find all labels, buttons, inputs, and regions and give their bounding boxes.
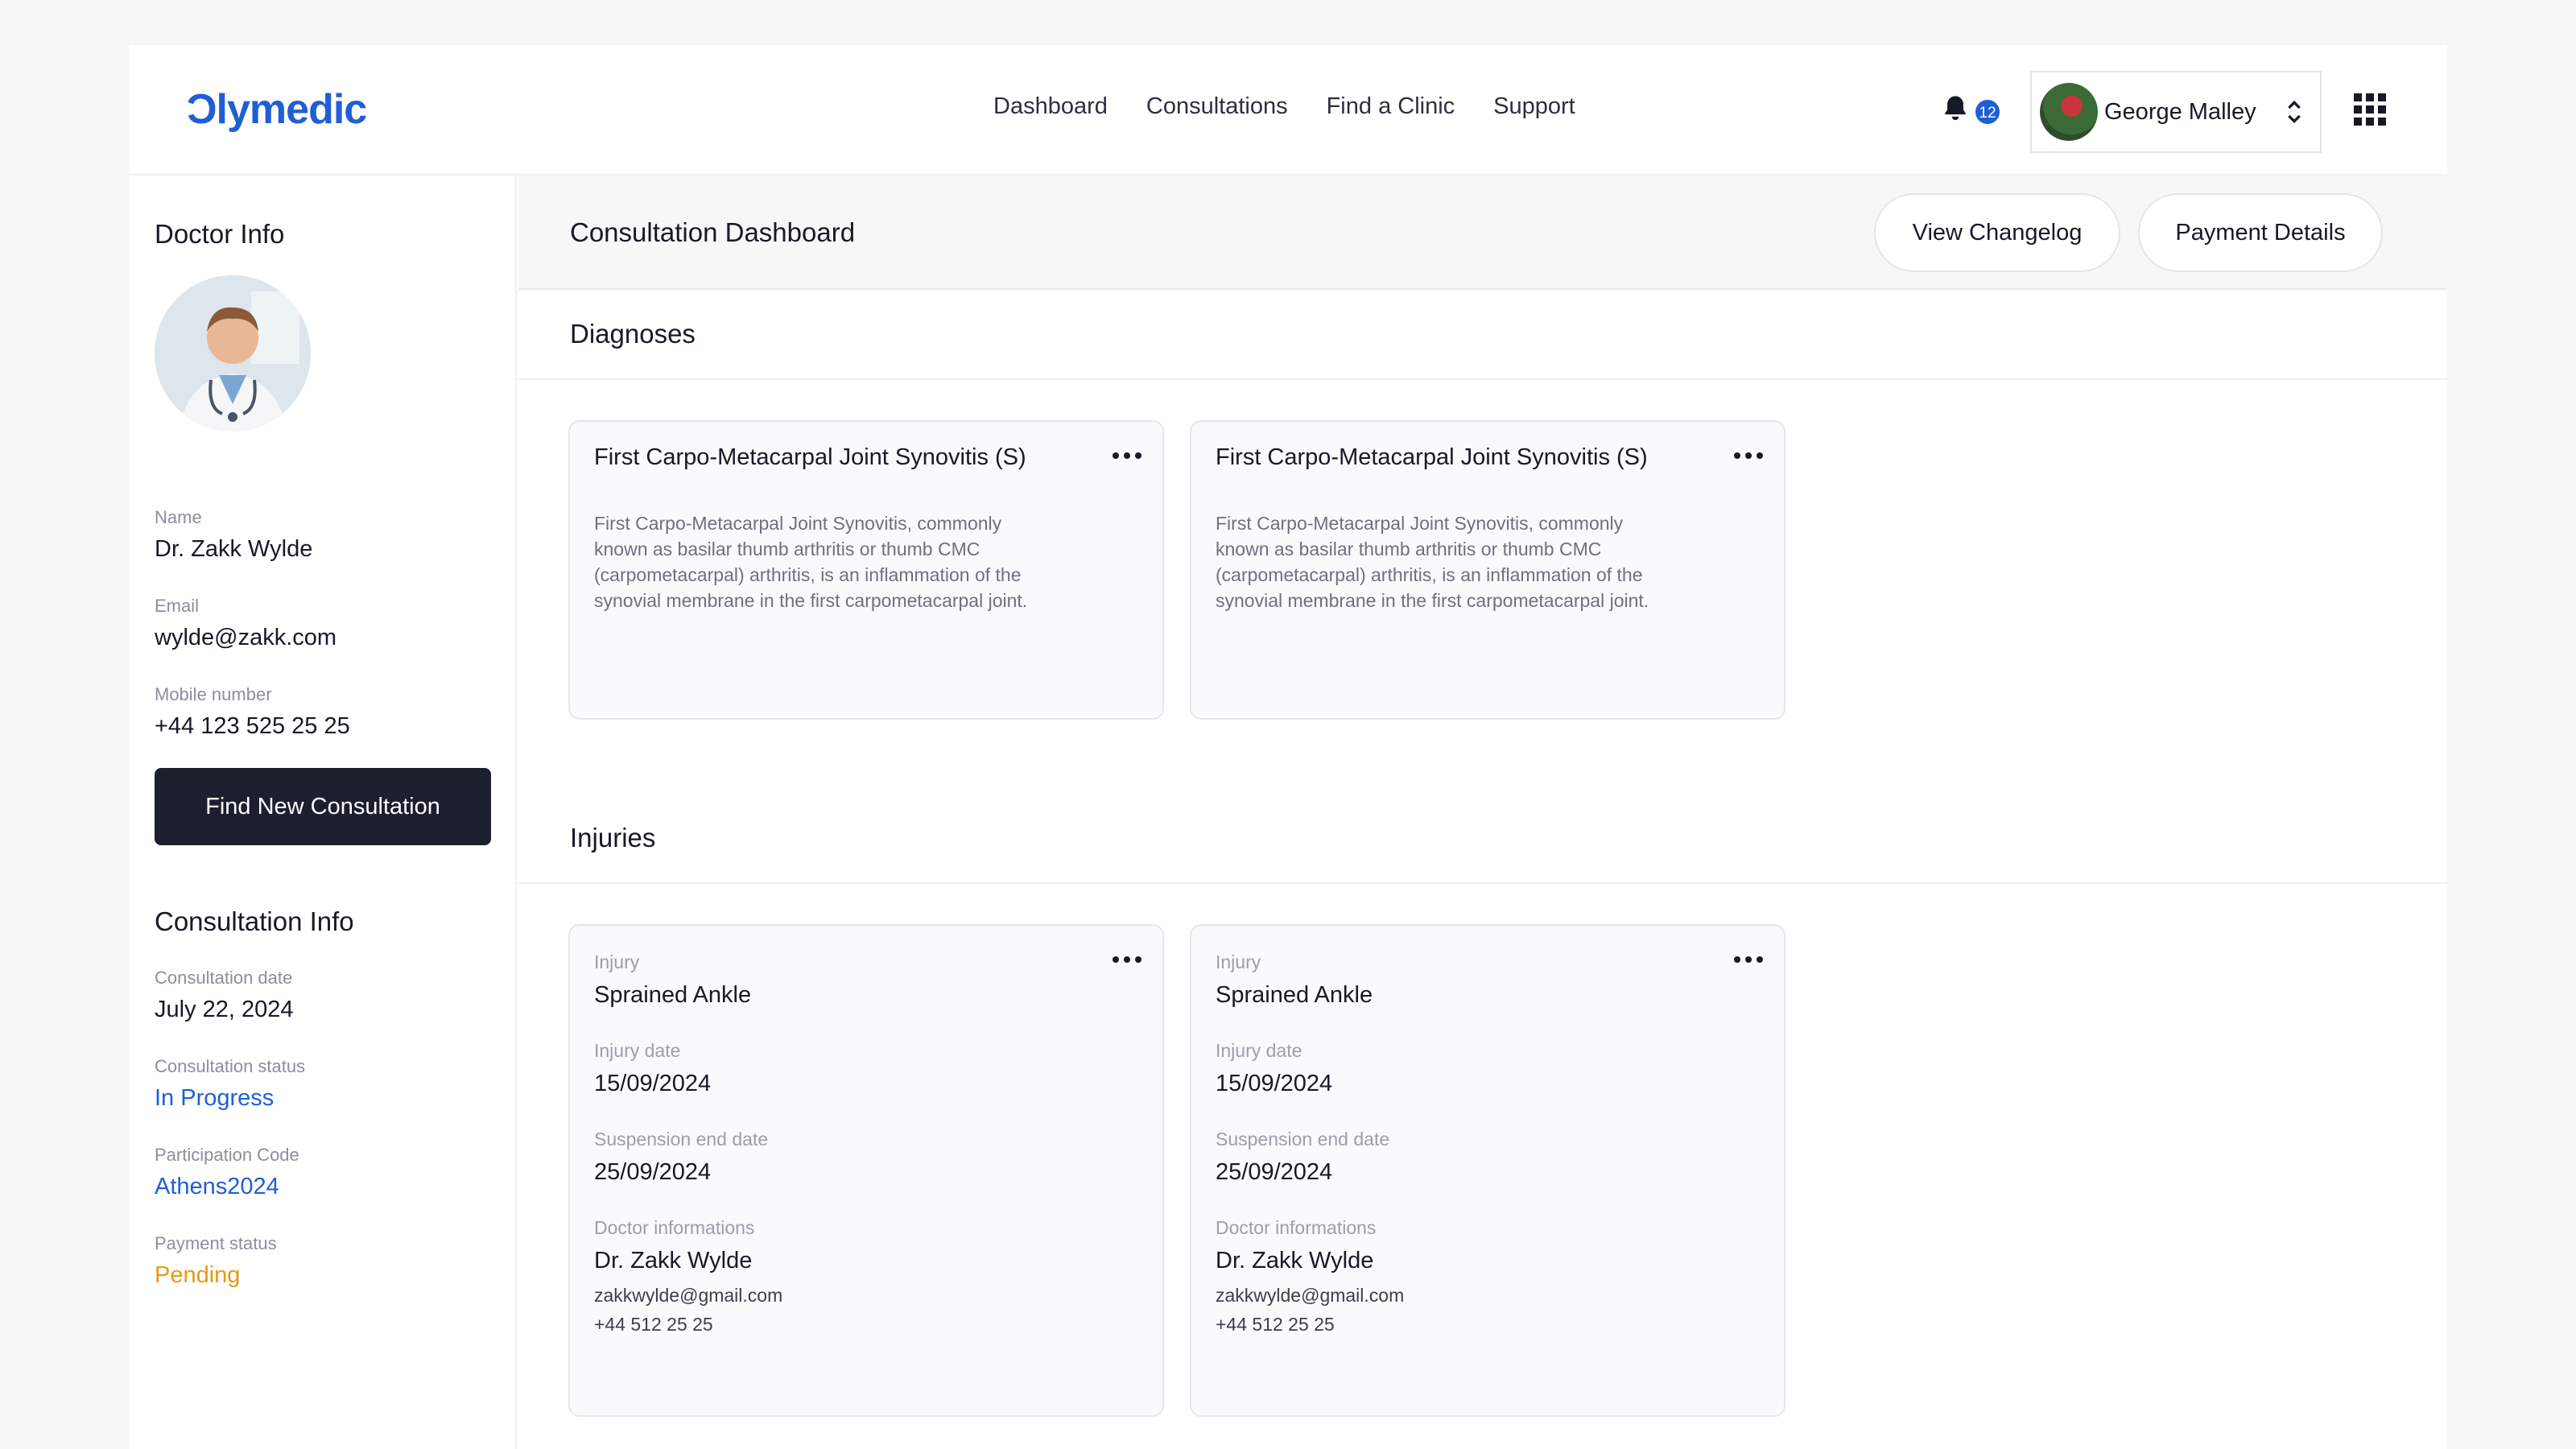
doctor-info-label: Doctor informations bbox=[594, 1217, 755, 1238]
consultation-date: July 22, 2024 bbox=[155, 997, 294, 1022]
find-new-consultation-button[interactable]: Find New Consultation bbox=[155, 768, 491, 845]
suspension-label: Suspension end date bbox=[1216, 1129, 1390, 1150]
bell-icon bbox=[1945, 96, 1966, 121]
payment-details-button[interactable]: Payment Details bbox=[2138, 193, 2383, 272]
app-window: Ɔlymedic Dashboard Consultations Find a … bbox=[129, 45, 2447, 1449]
participation-code-label: Participation Code bbox=[155, 1145, 299, 1165]
doctor-mobile: +44 123 525 25 25 bbox=[155, 713, 350, 739]
suspension-label: Suspension end date bbox=[594, 1129, 769, 1150]
user-name: George Malley bbox=[2104, 98, 2256, 125]
doctor-photo bbox=[155, 275, 311, 431]
injury-date-label: Injury date bbox=[1216, 1040, 1302, 1061]
injury-label: Injury bbox=[1216, 952, 1261, 972]
diagnoses-divider bbox=[518, 378, 2447, 380]
doctor-sidebar: Doctor Info Name Dr. Zakk Wylde Email wy… bbox=[129, 175, 517, 1449]
nav-find-a-clinic[interactable]: Find a Clinic bbox=[1327, 93, 1455, 120]
doctor-name: Dr. Zakk Wylde bbox=[155, 536, 313, 562]
payment-status-label: Payment status bbox=[155, 1233, 277, 1253]
suspension-date: 25/09/2024 bbox=[594, 1159, 712, 1185]
payment-status: Pending bbox=[155, 1262, 241, 1288]
page-title: Consultation Dashboard bbox=[570, 217, 856, 247]
consultation-status: In Progress bbox=[155, 1085, 275, 1111]
nav-consultations[interactable]: Consultations bbox=[1146, 93, 1288, 120]
nav-support[interactable]: Support bbox=[1493, 93, 1575, 120]
doctor-email: wylde@zakk.com bbox=[155, 625, 337, 650]
more-icon[interactable] bbox=[1734, 452, 1763, 459]
diagnosis-card: First Carpo-Metacarpal Joint Synovitis (… bbox=[1190, 420, 1785, 720]
injuries-divider bbox=[518, 882, 2447, 884]
user-menu[interactable]: George Malley bbox=[2030, 71, 2322, 153]
doctor-info-title: Doctor Info bbox=[155, 219, 285, 249]
participation-code: Athens2024 bbox=[155, 1174, 279, 1199]
injuries-title: Injuries bbox=[570, 823, 656, 852]
chevron-updown-icon bbox=[2288, 100, 2301, 124]
injury-doctor-name: Dr. Zakk Wylde bbox=[1216, 1248, 1374, 1274]
consultation-status-label: Consultation status bbox=[155, 1056, 306, 1076]
consultation-info-title: Consultation Info bbox=[155, 906, 354, 936]
suspension-date: 25/09/2024 bbox=[1216, 1159, 1333, 1185]
consultation-date-label: Consultation date bbox=[155, 968, 293, 988]
apps-grid-icon[interactable] bbox=[2354, 93, 2386, 126]
diagnoses-title: Diagnoses bbox=[570, 319, 696, 349]
injury-doctor-email[interactable]: zakkwylde@gmail.com bbox=[594, 1285, 782, 1307]
injury-date: 15/09/2024 bbox=[594, 1071, 712, 1096]
injury-card: Injury Sprained Ankle Injury date 15/09/… bbox=[1190, 924, 1785, 1417]
diagnosis-title: First Carpo-Metacarpal Joint Synovitis (… bbox=[1216, 444, 1648, 470]
name-label: Name bbox=[155, 507, 202, 527]
notification-badge: 12 bbox=[1974, 98, 2001, 126]
injury-doctor-phone: +44 512 25 25 bbox=[594, 1314, 713, 1335]
more-icon[interactable] bbox=[1113, 956, 1141, 963]
injury-doctor-phone: +44 512 25 25 bbox=[1216, 1314, 1335, 1335]
injury-date-label: Injury date bbox=[594, 1040, 681, 1061]
injury-doctor-name: Dr. Zakk Wylde bbox=[594, 1248, 753, 1274]
notifications-button[interactable]: 12 bbox=[1942, 93, 2001, 129]
more-icon[interactable] bbox=[1113, 452, 1141, 459]
main-nav: Dashboard Consultations Find a Clinic Su… bbox=[993, 93, 1575, 120]
injury-date: 15/09/2024 bbox=[1216, 1071, 1333, 1096]
nav-dashboard[interactable]: Dashboard bbox=[993, 93, 1108, 120]
mobile-label: Mobile number bbox=[155, 684, 272, 704]
injury-card: Injury Sprained Ankle Injury date 15/09/… bbox=[568, 924, 1164, 1417]
user-avatar bbox=[2040, 83, 2098, 141]
injury-doctor-email[interactable]: zakkwylde@gmail.com bbox=[1216, 1285, 1404, 1307]
dashboard-header: Consultation Dashboard View Changelog Pa… bbox=[518, 175, 2447, 290]
diagnosis-description: First Carpo-Metacarpal Joint Synovitis, … bbox=[594, 513, 1028, 611]
view-changelog-button[interactable]: View Changelog bbox=[1874, 193, 2120, 272]
injury-label: Injury bbox=[594, 952, 640, 972]
injury-value: Sprained Ankle bbox=[594, 982, 752, 1008]
diagnosis-card: First Carpo-Metacarpal Joint Synovitis (… bbox=[568, 420, 1164, 720]
top-navigation: Ɔlymedic Dashboard Consultations Find a … bbox=[129, 45, 2447, 175]
injury-value: Sprained Ankle bbox=[1216, 982, 1373, 1008]
diagnosis-description: First Carpo-Metacarpal Joint Synovitis, … bbox=[1216, 513, 1649, 611]
email-label: Email bbox=[155, 596, 200, 616]
more-icon[interactable] bbox=[1734, 956, 1763, 963]
logo[interactable]: Ɔlymedic bbox=[187, 85, 367, 134]
doctor-info-label: Doctor informations bbox=[1216, 1217, 1377, 1238]
diagnosis-title: First Carpo-Metacarpal Joint Synovitis (… bbox=[594, 444, 1026, 470]
